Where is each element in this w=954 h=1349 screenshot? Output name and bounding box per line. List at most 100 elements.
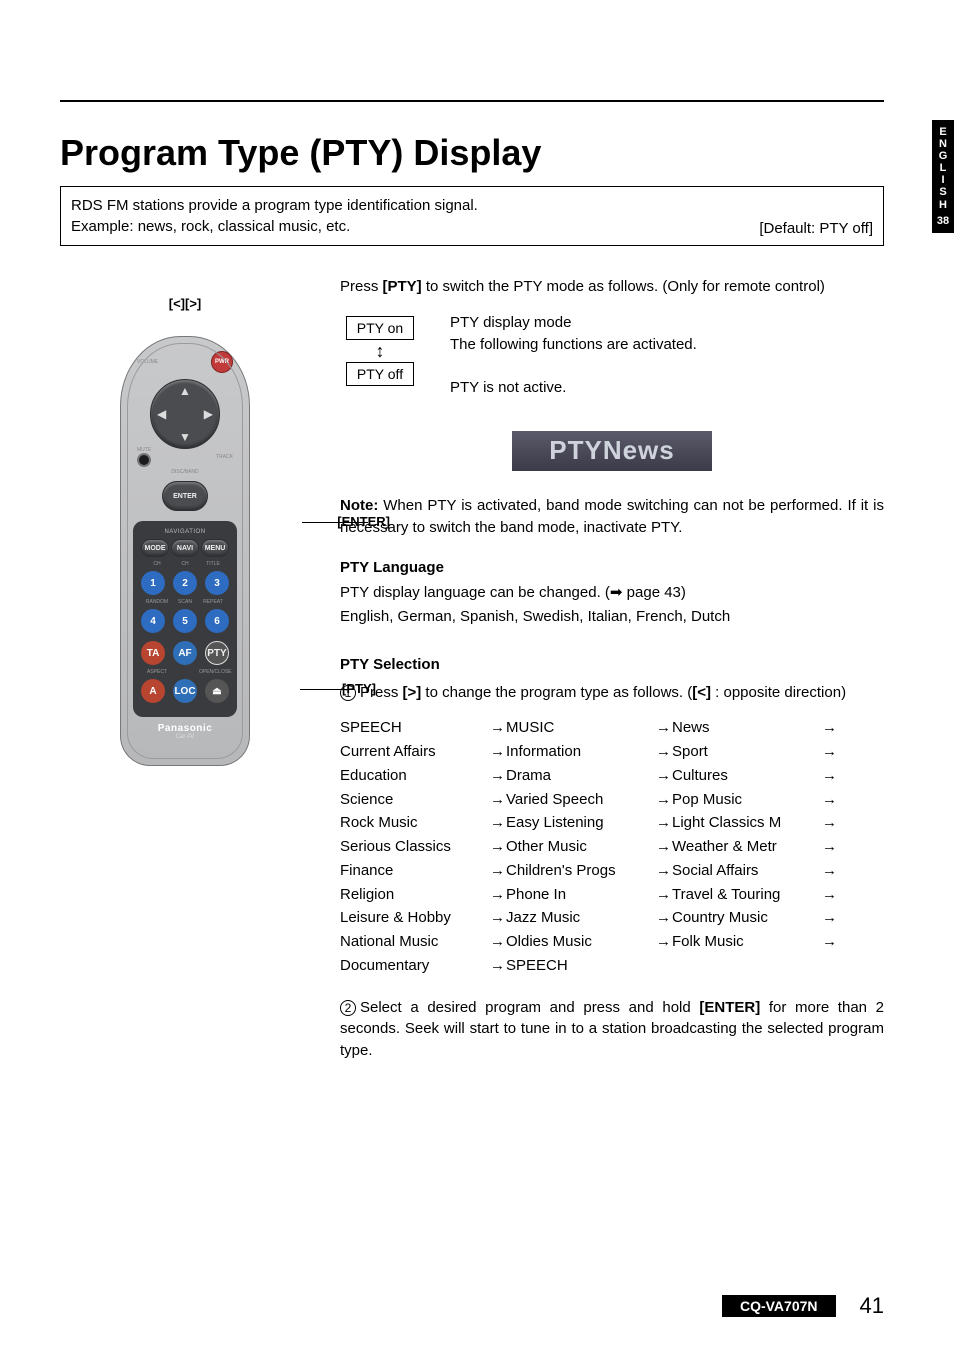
pty-type-cell: Weather & Metr — [672, 836, 822, 858]
enter-button[interactable]: ENTER — [162, 481, 208, 511]
pty-type-cell: Documentary — [340, 955, 490, 977]
pty-on-desc1: PTY display mode — [450, 312, 697, 334]
pty-type-cell: Rock Music — [340, 812, 490, 834]
pty-type-cell: Finance — [340, 860, 490, 882]
pty-type-cell: Science — [340, 789, 490, 811]
pty-type-cell: Information — [506, 741, 656, 763]
loc-button[interactable]: LOC — [173, 679, 197, 703]
pty-type-cell: Pop Music — [672, 789, 822, 811]
note-paragraph: Note: When PTY is activated, band mode s… — [340, 495, 884, 539]
arrow-right-icon: → — [490, 789, 506, 811]
arrow-right-icon: → — [490, 765, 506, 787]
dpad-up-icon: ▲ — [179, 384, 191, 398]
preset-2-button[interactable]: 2 — [173, 571, 197, 595]
arrow-right-icon: → — [822, 789, 838, 811]
pty-type-cell: National Music — [340, 931, 490, 953]
brand-sublabel: Car AV — [121, 734, 249, 740]
track-dpad[interactable]: ▲ ▼ ◀ ▶ — [150, 379, 220, 449]
top-rule — [60, 100, 884, 102]
mode-button[interactable]: MODE — [141, 539, 169, 557]
pty-type-cell: Easy Listening — [506, 812, 656, 834]
arrow-right-icon: → — [490, 931, 506, 953]
intro-default: [Default: PTY off] — [759, 220, 873, 237]
pty-news-display: PTYNews — [512, 431, 712, 471]
navigation-panel: NAVIGATION MODE NAVI MENU CHCHTITLE 1 2 … — [133, 521, 237, 717]
preset-6-button[interactable]: 6 — [205, 609, 229, 633]
leader-pty — [300, 689, 354, 690]
pty-language-line2: English, German, Spanish, Swedish, Itali… — [340, 606, 884, 628]
model-number: CQ-VA707N — [722, 1295, 836, 1317]
pty-type-cell: Light Classics M — [672, 812, 822, 834]
arrow-right-icon: → — [822, 836, 838, 858]
arrow-right-icon: → — [490, 741, 506, 763]
arrow-right-icon: → — [656, 836, 672, 858]
pty-type-cell: Education — [340, 765, 490, 787]
preset-4-button[interactable]: 4 — [141, 609, 165, 633]
arrow-right-icon: → — [822, 931, 838, 953]
pty-type-cell: Folk Music — [672, 931, 822, 953]
arrow-right-icon: → — [822, 765, 838, 787]
pty-type-cell: SPEECH — [340, 717, 490, 739]
dpad-right-icon: ▶ — [204, 407, 213, 421]
preset-3-button[interactable]: 3 — [205, 571, 229, 595]
pty-type-cell: Sport — [672, 741, 822, 763]
dpad-left-icon: ◀ — [157, 407, 166, 421]
page-number: 41 — [860, 1293, 884, 1319]
power-button[interactable]: PWR — [211, 351, 233, 373]
navi-button[interactable]: NAVI — [171, 539, 199, 557]
ta-button[interactable]: TA — [141, 641, 165, 665]
dpad-down-icon: ▼ — [179, 430, 191, 444]
arrow-right-icon: → — [822, 884, 838, 906]
arrow-right-icon: → — [822, 812, 838, 834]
intro-line2: Example: news, rock, classical music, et… — [71, 216, 478, 237]
pty-type-cell: Drama — [506, 765, 656, 787]
arrow-right-icon: → — [490, 884, 506, 906]
intro-line1: RDS FM stations provide a program type i… — [71, 195, 478, 216]
side-language-tab: ENGLISH 38 — [932, 120, 954, 233]
pty-off-desc: PTY is not active. — [450, 377, 697, 399]
label-track: TRACK — [216, 454, 233, 460]
arrow-right-icon: → — [656, 907, 672, 929]
arrow-right-icon: → — [822, 741, 838, 763]
menu-button[interactable]: MENU — [201, 539, 229, 557]
pty-type-cell: Other Music — [506, 836, 656, 858]
eject-button[interactable]: ⏏ — [205, 679, 229, 703]
pty-type-cell: MUSIC — [506, 717, 656, 739]
label-mute: MUTE — [137, 447, 151, 453]
pty-off-box: PTY off — [346, 362, 414, 386]
pty-type-cell: Travel & Touring — [672, 884, 822, 906]
preset-5-button[interactable]: 5 — [173, 609, 197, 633]
pty-type-cell: Current Affairs — [340, 741, 490, 763]
pty-selection-step1: 1Press [>] to change the program type as… — [340, 682, 884, 704]
af-button[interactable]: AF — [173, 641, 197, 665]
pty-type-cell: SPEECH — [506, 955, 656, 977]
arrow-right-icon: → — [656, 884, 672, 906]
preset-1-button[interactable]: 1 — [141, 571, 165, 595]
pty-on-box: PTY on — [346, 316, 414, 340]
pty-button[interactable]: PTY — [205, 641, 229, 665]
pty-selection-heading: PTY Selection — [340, 654, 884, 676]
arrow-right-icon: → — [490, 836, 506, 858]
pty-selection-step2: 2Select a desired program and press and … — [340, 997, 884, 1062]
side-section-number: 38 — [932, 215, 954, 227]
pty-type-cell — [672, 955, 822, 977]
pty-type-cell: Cultures — [672, 765, 822, 787]
pty-type-cell: Serious Classics — [340, 836, 490, 858]
page-title: Program Type (PTY) Display — [60, 132, 884, 174]
arrow-right-icon: → — [656, 789, 672, 811]
mute-button[interactable] — [137, 453, 151, 467]
arrow-right-icon: → — [822, 860, 838, 882]
remote-illustration: [<][>] [ENTER] [PTY] VOLUME PWR ▲ ▼ ◀ ▶ — [60, 336, 310, 766]
arrow-right-icon: → — [822, 717, 838, 739]
brand-label: Panasonic — [121, 723, 249, 734]
arrow-right-icon: → — [490, 717, 506, 739]
step-2-icon: 2 — [340, 1000, 356, 1016]
pty-language-heading: PTY Language — [340, 557, 884, 579]
label-navigation: NAVIGATION — [141, 529, 229, 535]
arrow-right-icon: → — [656, 931, 672, 953]
pty-language-line1: PTY display language can be changed. (➡ … — [340, 582, 884, 604]
arrow-right-icon — [822, 955, 838, 977]
pty-type-cell: Country Music — [672, 907, 822, 929]
a-button[interactable]: A — [141, 679, 165, 703]
leader-enter — [302, 522, 368, 523]
